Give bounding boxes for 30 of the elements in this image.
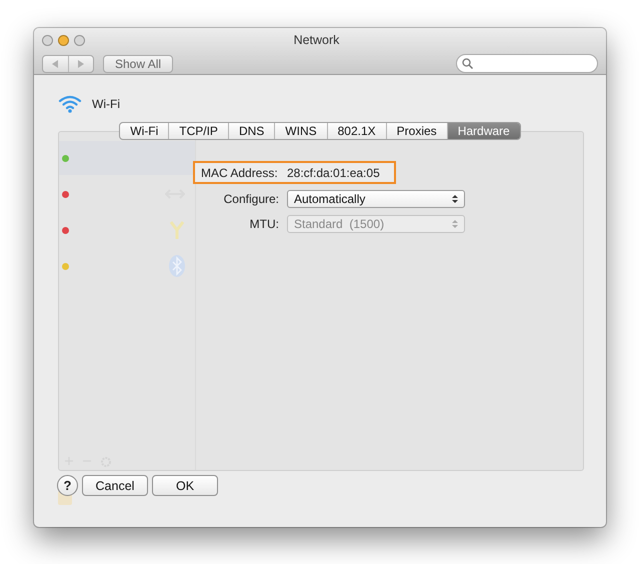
configure-popup[interactable]: Automatically bbox=[287, 190, 465, 208]
tab[interactable]: TCP/IP bbox=[168, 123, 228, 139]
ok-button[interactable]: OK bbox=[152, 475, 218, 496]
cancel-button[interactable]: Cancel bbox=[82, 475, 148, 496]
search-field[interactable] bbox=[456, 54, 598, 73]
mac-address-value: 28:cf:da:01:ea:05 bbox=[287, 166, 380, 180]
tab[interactable]: Wi-Fi bbox=[120, 123, 168, 139]
wifi-icon bbox=[58, 94, 82, 114]
tab[interactable]: DNS bbox=[228, 123, 274, 139]
fork-icon bbox=[169, 220, 185, 240]
minimize-button[interactable] bbox=[58, 34, 69, 46]
left-triangle-icon bbox=[52, 60, 58, 68]
bluetooth-icon bbox=[169, 255, 185, 277]
zoom-button[interactable] bbox=[74, 34, 85, 46]
stepper-arrows-icon bbox=[452, 218, 458, 228]
right-triangle-icon bbox=[78, 60, 84, 68]
tab[interactable]: 802.1X bbox=[326, 123, 386, 139]
close-button[interactable] bbox=[42, 34, 53, 46]
search-icon bbox=[462, 58, 473, 69]
back-forward-control[interactable] bbox=[42, 54, 94, 72]
window-title: Network bbox=[292, 33, 340, 47]
tab[interactable]: WINS bbox=[274, 123, 327, 139]
stepper-arrows-icon bbox=[452, 194, 458, 204]
tab[interactable]: Hardware bbox=[446, 123, 520, 139]
configure-label: Configure: bbox=[222, 192, 279, 206]
mtu-label: MTU: bbox=[248, 216, 279, 230]
show-all-button[interactable]: Show All bbox=[103, 54, 174, 72]
help-button[interactable]: ? bbox=[57, 475, 78, 496]
service-name: Wi-Fi bbox=[92, 97, 120, 111]
mac-address-label: MAC Address: bbox=[201, 166, 277, 180]
